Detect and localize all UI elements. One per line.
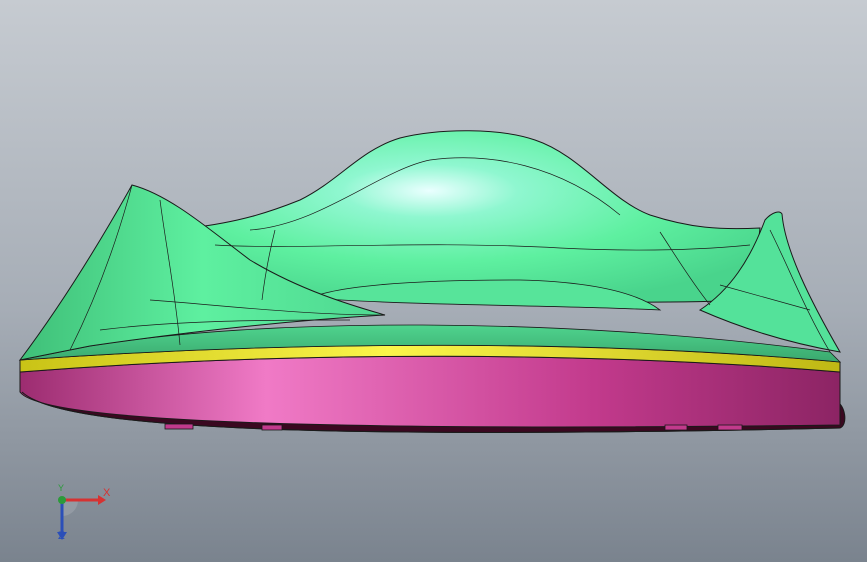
graphics-viewport[interactable]: X Y Z: [0, 0, 867, 562]
base-foot-far-right: [717, 424, 743, 431]
y-axis-dot: [58, 496, 66, 504]
base-foot-left: [164, 423, 194, 430]
z-axis-label: Z: [58, 530, 65, 542]
base-foot-mid: [261, 424, 283, 431]
y-axis-label: Y: [58, 483, 65, 493]
3d-model[interactable]: [0, 0, 867, 562]
base-foot-right: [664, 424, 688, 431]
base-plate: [19, 355, 841, 428]
x-axis-label: X: [103, 487, 111, 499]
